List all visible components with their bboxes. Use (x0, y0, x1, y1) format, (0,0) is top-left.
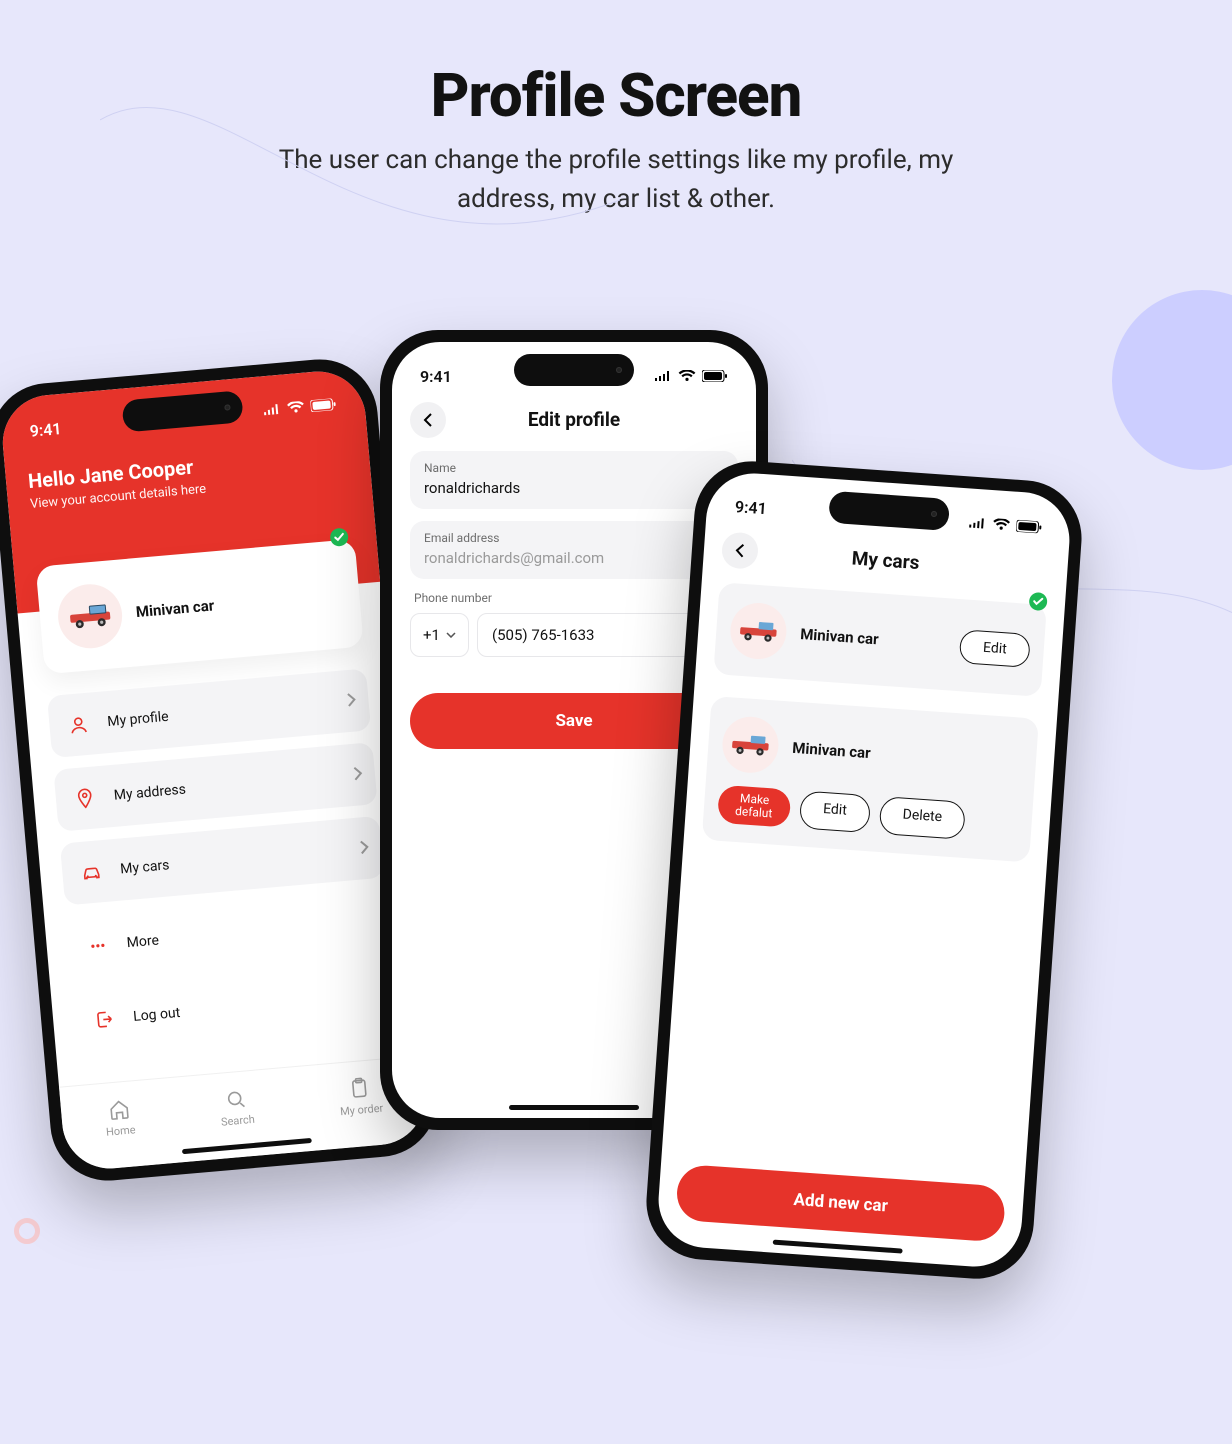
battery-icon (1016, 520, 1043, 534)
name-label: Name (424, 461, 724, 475)
back-button[interactable] (721, 531, 759, 569)
tab-home[interactable]: Home (103, 1097, 136, 1138)
check-icon (1033, 596, 1044, 607)
email-label: Email address (424, 531, 724, 545)
screen-title: Edit profile (528, 408, 620, 431)
signal-icon (968, 516, 987, 529)
car-icon (67, 601, 113, 631)
car-thumb (721, 715, 781, 775)
car-card: Minivan car Make defalut Edit Delete (702, 696, 1039, 863)
logout-icon (88, 1003, 121, 1036)
page-subtitle: The user can change the profile settings… (236, 141, 996, 219)
car-card-default: Minivan car Edit (713, 582, 1047, 697)
edit-car-button[interactable]: Edit (799, 790, 871, 833)
current-car-label: Minivan car (135, 596, 215, 621)
page-title: Profile Screen (0, 60, 1232, 131)
status-time: 9:41 (29, 419, 62, 441)
home-indicator (773, 1240, 903, 1254)
menu-more[interactable]: More (66, 890, 390, 980)
name-field[interactable]: Name ronaldrichards (410, 451, 738, 509)
chevron-down-icon (446, 632, 456, 638)
add-new-car-button[interactable]: Add new car (675, 1164, 1006, 1243)
phone-number-value: (505) 765-1633 (492, 626, 595, 644)
menu-my-address[interactable]: My address (53, 742, 377, 832)
battery-icon (310, 398, 337, 412)
status-time: 9:41 (734, 497, 767, 518)
car-small-icon (75, 856, 108, 889)
edit-car-button[interactable]: Edit (959, 629, 1031, 668)
menu-label: My address (113, 782, 186, 804)
delete-car-button[interactable]: Delete (878, 796, 966, 840)
car-thumb (729, 601, 789, 661)
screen-title: My cars (851, 546, 920, 574)
chevron-right-icon (359, 838, 371, 858)
home-indicator (509, 1105, 639, 1110)
phone-my-cars: 9:41 My cars (643, 457, 1086, 1282)
back-button[interactable] (410, 402, 446, 438)
check-icon (334, 532, 345, 543)
phone-profile-home: 9:41 Hello Jane Cooper View your account… (0, 355, 442, 1186)
clipboard-icon (348, 1077, 372, 1101)
name-value: ronaldrichards (424, 479, 724, 497)
menu-label: My profile (107, 709, 170, 730)
default-badge (1029, 592, 1048, 611)
tab-label: My order (340, 1102, 384, 1119)
make-default-button[interactable]: Make defalut (717, 785, 792, 828)
chevron-left-icon (423, 413, 433, 427)
menu-logout[interactable]: Log out (73, 963, 397, 1053)
chevron-left-icon (735, 543, 746, 558)
country-code-select[interactable]: +1 (410, 613, 469, 657)
battery-icon (702, 370, 728, 382)
tab-label: Search (220, 1113, 255, 1129)
bottom-tabbar: Home Search My order (59, 1055, 429, 1172)
signal-icon (262, 403, 281, 417)
wifi-icon (678, 370, 696, 382)
car-thumb (55, 582, 124, 651)
chevron-right-icon (346, 691, 358, 711)
car-label: Minivan car (800, 625, 880, 648)
more-icon (82, 930, 115, 963)
car-label: Minivan car (792, 739, 872, 762)
tab-my-order[interactable]: My order (337, 1076, 383, 1119)
menu-label: More (126, 932, 160, 951)
tab-search[interactable]: Search (218, 1087, 255, 1129)
save-label: Save (555, 711, 592, 731)
user-icon (62, 708, 95, 741)
email-placeholder: ronaldrichards@gmail.com (424, 549, 724, 567)
chevron-right-icon (352, 765, 364, 785)
menu-label: Log out (133, 1005, 181, 1025)
menu-my-profile[interactable]: My profile (47, 668, 371, 758)
location-icon (69, 782, 102, 815)
car-icon (730, 731, 772, 758)
tab-label: Home (105, 1123, 136, 1139)
menu-my-cars[interactable]: My cars (60, 816, 384, 906)
search-icon (224, 1087, 248, 1111)
status-time: 9:41 (420, 367, 452, 386)
car-icon (738, 618, 780, 645)
signal-icon (654, 370, 672, 382)
email-field[interactable]: Email address ronaldrichards@gmail.com (410, 521, 738, 579)
add-new-car-label: Add new car (793, 1190, 889, 1217)
home-icon (107, 1098, 131, 1122)
country-code-value: +1 (423, 626, 440, 644)
dynamic-island (514, 354, 634, 386)
wifi-icon (286, 401, 305, 415)
menu-label: My cars (120, 857, 170, 877)
wifi-icon (992, 518, 1011, 531)
